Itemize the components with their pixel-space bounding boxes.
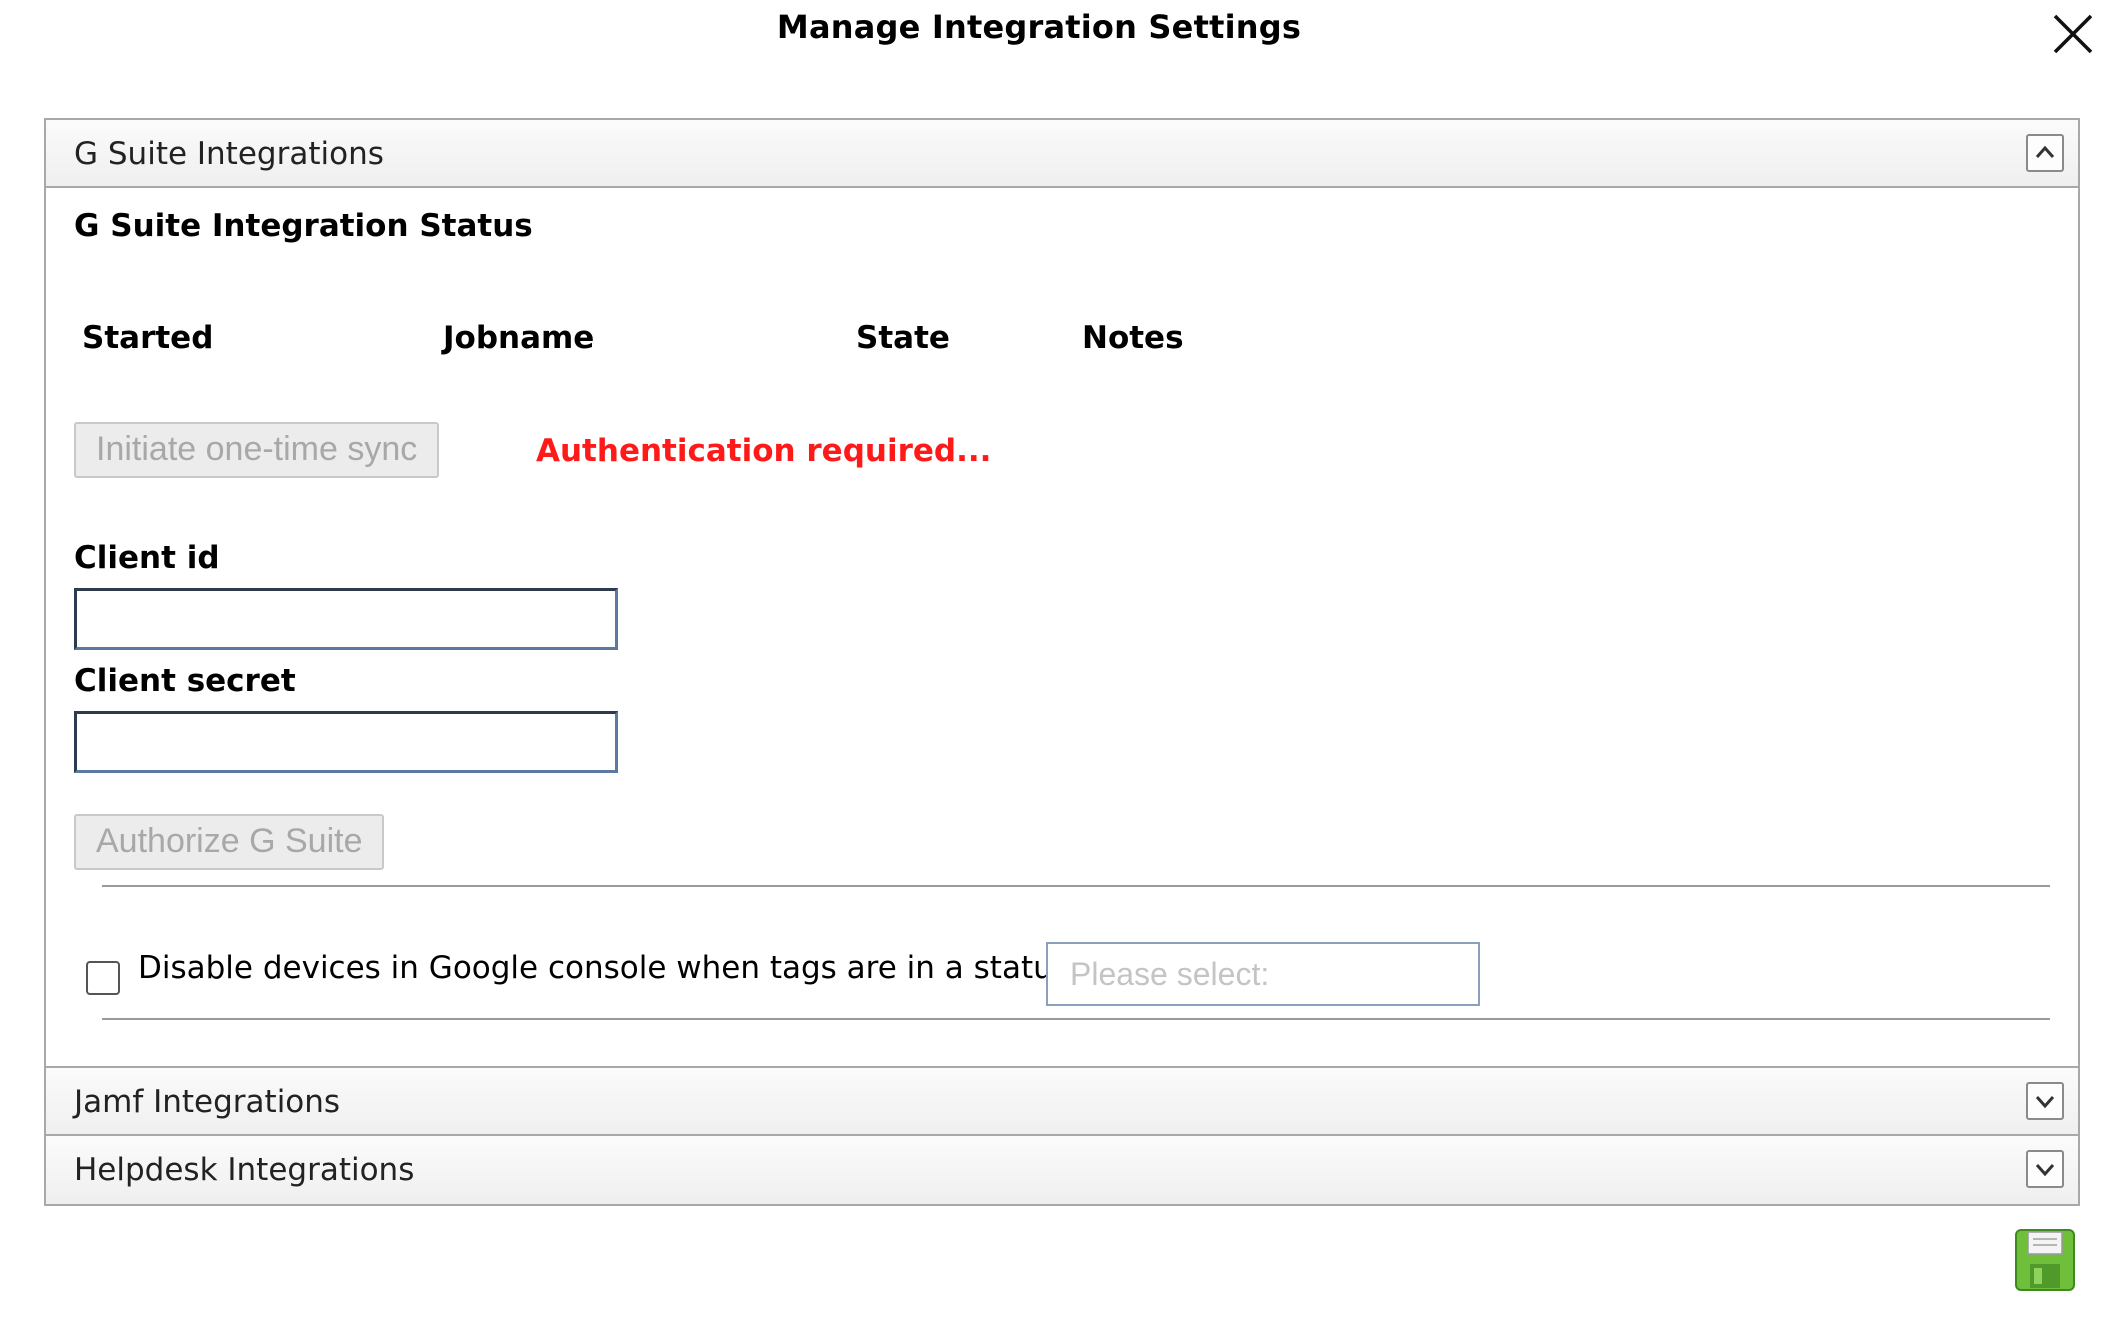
status-select-placeholder: Please select:: [1070, 956, 1270, 992]
expand-jamf-button[interactable]: [2026, 1082, 2064, 1120]
floppy-disk-save-icon: [2015, 1229, 2075, 1291]
column-header-jobname: Jobname: [443, 320, 595, 356]
save-button[interactable]: [2014, 1228, 2076, 1292]
gsuite-status-title: G Suite Integration Status: [74, 208, 533, 244]
expand-helpdesk-button[interactable]: [2026, 1150, 2064, 1188]
client-id-field[interactable]: [74, 588, 618, 650]
status-select[interactable]: Please select:: [1046, 942, 1480, 1006]
column-header-notes: Notes: [1082, 320, 1184, 356]
panel-header-gsuite[interactable]: G Suite Integrations: [46, 120, 2078, 188]
disable-devices-label: Disable devices in Google console when t…: [138, 950, 1109, 986]
disable-devices-checkbox[interactable]: [86, 961, 120, 995]
chevron-down-icon: [2035, 1096, 2055, 1109]
panel-header-jamf[interactable]: Jamf Integrations: [46, 1068, 2078, 1136]
collapse-gsuite-button[interactable]: [2026, 134, 2064, 172]
client-secret-field[interactable]: [74, 711, 618, 773]
close-icon: [2053, 14, 2093, 54]
panel-label-gsuite: G Suite Integrations: [74, 136, 384, 172]
panel-header-helpdesk[interactable]: Helpdesk Integrations: [46, 1136, 2078, 1204]
client-id-label: Client id: [74, 540, 220, 576]
divider-bottom: [102, 1018, 2050, 1020]
divider-top: [102, 885, 2050, 887]
column-header-started: Started: [82, 320, 214, 356]
client-secret-label: Client secret: [74, 663, 296, 699]
column-header-state: State: [856, 320, 950, 356]
chevron-up-icon: [2035, 145, 2055, 158]
authorize-gsuite-button[interactable]: Authorize G Suite: [74, 814, 385, 870]
integrations-accordion: G Suite Integrations G Suite Integration…: [44, 118, 2080, 1206]
authentication-required-message: Authentication required...: [536, 433, 992, 469]
panel-label-helpdesk: Helpdesk Integrations: [74, 1152, 415, 1188]
close-button[interactable]: [2051, 12, 2095, 56]
panel-body-gsuite: G Suite Integration Status Started Jobna…: [46, 188, 2078, 1068]
initiate-sync-button[interactable]: Initiate one-time sync: [74, 422, 440, 478]
chevron-down-icon: [2035, 1164, 2055, 1177]
panel-label-jamf: Jamf Integrations: [74, 1084, 341, 1120]
dialog-title: Manage Integration Settings: [776, 8, 1302, 46]
